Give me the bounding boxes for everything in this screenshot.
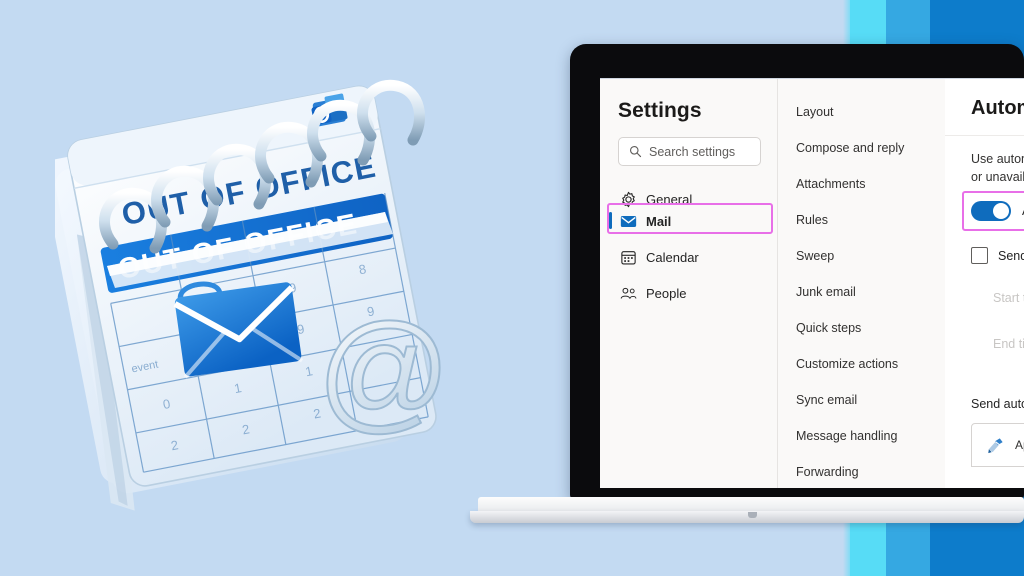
panel-divider xyxy=(945,135,1024,136)
page-title: Settings xyxy=(618,99,702,122)
nav-item-compose-and-reply[interactable]: Compose and reply xyxy=(796,141,904,155)
formatting-toolbar[interactable]: Apply xyxy=(971,423,1024,467)
mail-settings-nav: Layout Compose and reply Attachments Rul… xyxy=(777,79,1024,488)
nav-item-junk-email[interactable]: Junk email xyxy=(796,285,856,299)
start-time-field[interactable]: Start time xyxy=(993,291,1024,305)
envelope-icon xyxy=(620,215,637,227)
laptop-base-notch xyxy=(748,512,757,518)
nav-item-rules[interactable]: Rules xyxy=(796,213,828,227)
sidebar-item-label: Mail xyxy=(646,213,672,229)
nav-item-message-handling[interactable]: Message handling xyxy=(796,429,897,443)
out-of-office-calendar-illustration: OUT OF OFFICE OUT OF OFFICE xyxy=(55,52,460,532)
sidebar-item-calendar[interactable]: Calendar xyxy=(608,242,772,272)
format-painter-icon[interactable] xyxy=(986,436,1005,455)
laptop-base xyxy=(470,495,1024,529)
nav-item-sync-email[interactable]: Sync email xyxy=(796,393,857,407)
nav-item-attachments[interactable]: Attachments xyxy=(796,177,865,191)
toggle-knob xyxy=(993,203,1009,219)
sidebar-item-label: Calendar xyxy=(646,249,699,265)
gear-icon xyxy=(622,191,635,207)
compose-reply-label: Send automatic replies inside your organ… xyxy=(971,397,1024,411)
settings-sidebar: Settings Search settings General Mail Ca… xyxy=(600,79,777,488)
time-period-label: Send replies only during a time period xyxy=(998,248,1024,263)
panel-description: Use automatic replies to notify people y… xyxy=(971,152,1024,184)
search-placeholder: Search settings xyxy=(649,144,736,159)
time-period-checkbox[interactable] xyxy=(971,247,988,264)
nav-item-quick-steps[interactable]: Quick steps xyxy=(796,321,861,335)
nav-item-customize-actions[interactable]: Customize actions xyxy=(796,357,898,371)
sidebar-item-people[interactable]: People xyxy=(608,278,772,308)
sidebar-item-label: General xyxy=(646,191,693,207)
nav-item-forwarding[interactable]: Forwarding xyxy=(796,465,859,479)
time-period-checkbox-row[interactable]: Send replies only during a time period xyxy=(971,247,1024,264)
calendar-icon xyxy=(621,250,636,265)
at-symbol-icon: @ xyxy=(316,296,452,445)
toolbar-first-tool-label[interactable]: Apply xyxy=(1015,438,1024,452)
nav-item-sweep[interactable]: Sweep xyxy=(796,249,834,263)
automatic-replies-toggle[interactable]: Automatic replies on xyxy=(971,201,1024,221)
nav-item-layout[interactable]: Layout xyxy=(796,105,834,119)
screenshot-root: OUT OF OFFICE OUT OF OFFICE xyxy=(0,0,1024,576)
sidebar-item-mail[interactable]: Mail xyxy=(608,206,772,236)
search-icon xyxy=(629,145,642,158)
panel-title: Automatic replies xyxy=(971,97,1024,119)
laptop-screen: Settings Search settings General Mail Ca… xyxy=(600,78,1024,488)
automatic-replies-panel: Automatic replies Use automatic replies … xyxy=(945,79,1024,488)
laptop-mockup: Settings Search settings General Mail Ca… xyxy=(470,40,1024,536)
laptop-base-lip xyxy=(470,511,1024,523)
svg-text:@: @ xyxy=(317,297,451,444)
people-icon xyxy=(620,287,637,299)
search-input[interactable]: Search settings xyxy=(618,137,761,166)
sidebar-item-label: People xyxy=(646,285,687,301)
end-time-field[interactable]: End time xyxy=(993,337,1024,351)
toggle-switch[interactable] xyxy=(971,201,1011,221)
